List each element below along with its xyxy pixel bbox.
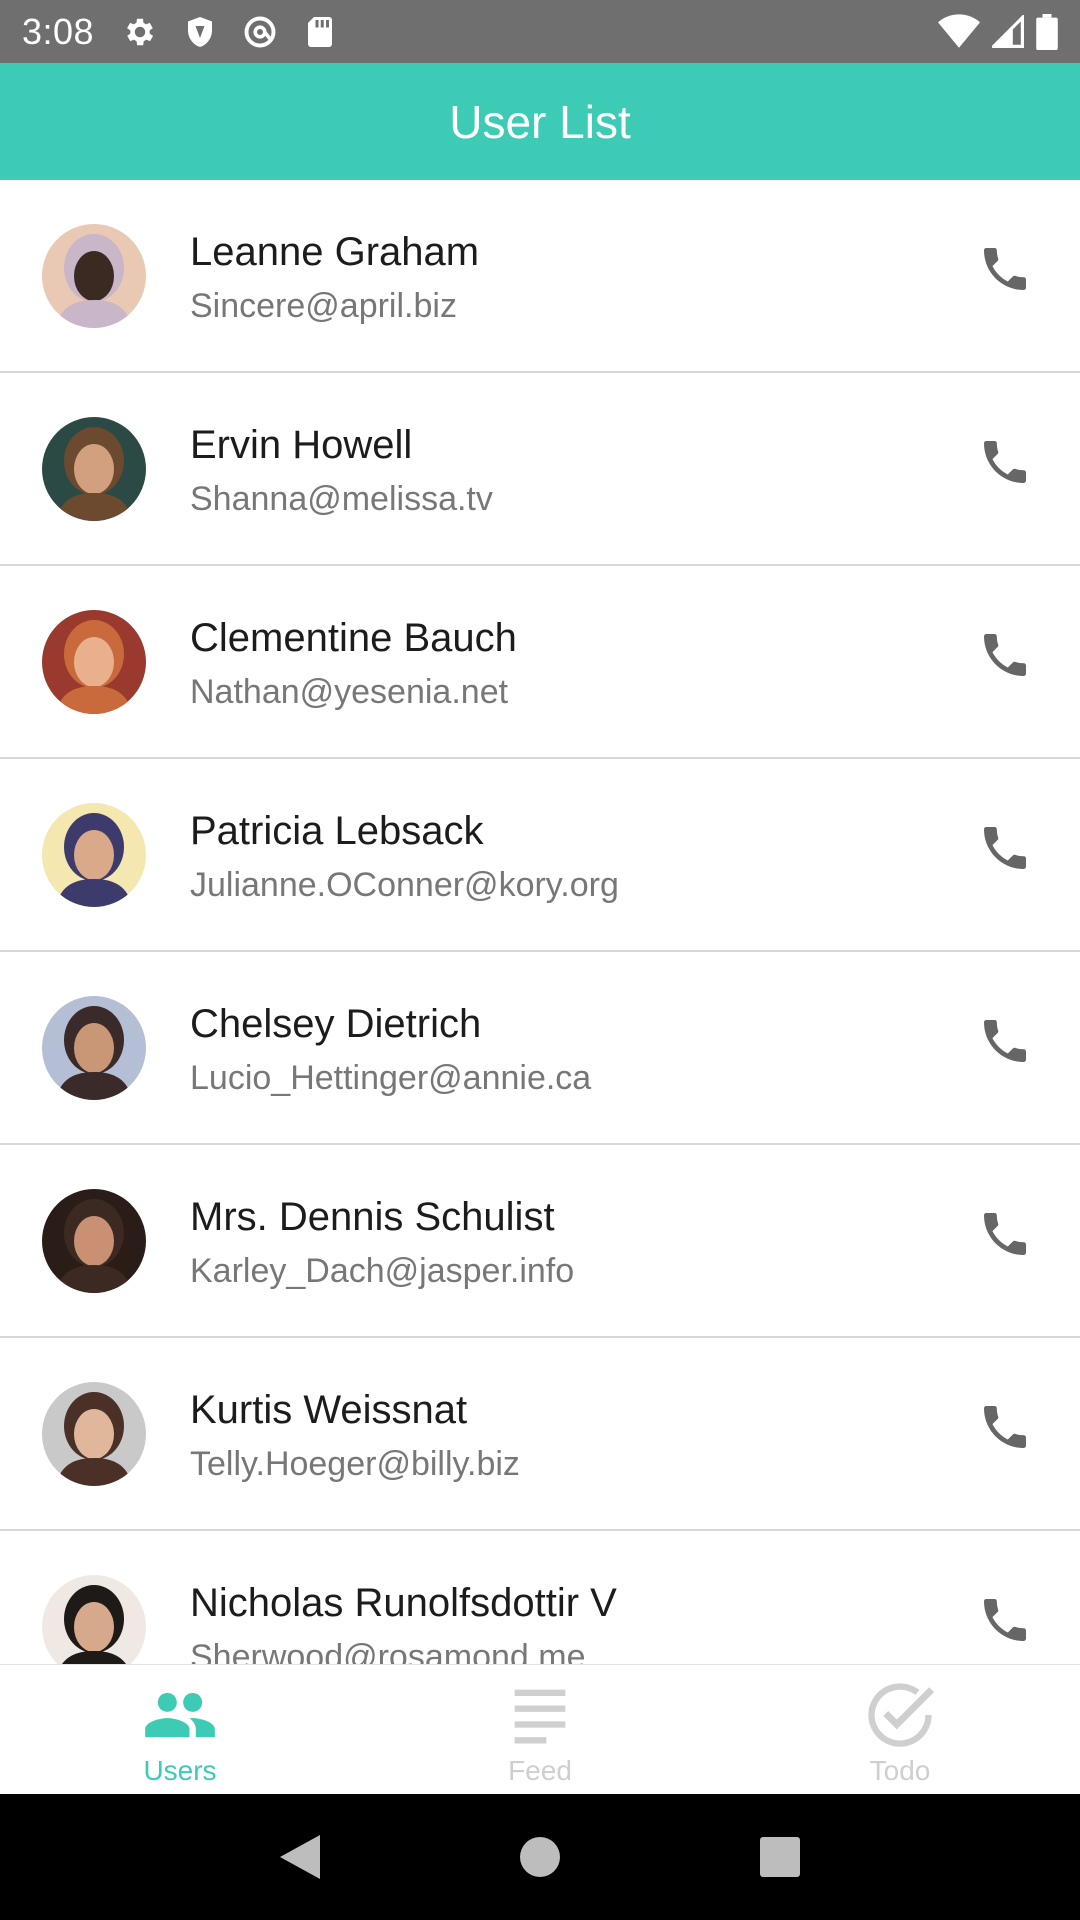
phone-icon <box>984 1020 1026 1062</box>
list-lines-icon <box>502 1677 578 1753</box>
user-name: Mrs. Dennis Schulist <box>190 1195 555 1239</box>
user-avatar <box>42 417 146 521</box>
home-circle-icon <box>520 1837 560 1877</box>
user-avatar <box>42 803 146 907</box>
nav-tab-users[interactable]: Users <box>0 1665 360 1795</box>
user-list-item[interactable]: Nicholas Runolfsdottir V Sherwood@rosamon… <box>0 1531 1080 1664</box>
status-notification-icons <box>122 14 338 50</box>
call-button[interactable] <box>974 1010 1036 1072</box>
call-button[interactable] <box>974 238 1036 300</box>
system-recents-button[interactable] <box>750 1827 810 1887</box>
user-name: Kurtis Weissnat <box>190 1388 468 1432</box>
bottom-navigation: Users Feed Todo <box>0 1664 1080 1794</box>
phone-icon <box>984 1406 1026 1448</box>
user-email: Shanna@melissa.tv <box>190 480 493 518</box>
user-email: Telly.Hoeger@billy.biz <box>190 1445 520 1483</box>
user-name: Chelsey Dietrich <box>190 1002 482 1046</box>
nav-tab-todo-label: Todo <box>869 1755 931 1786</box>
user-email: Nathan@yesenia.net <box>190 673 509 711</box>
user-avatar <box>42 1382 146 1486</box>
user-name: Ervin Howell <box>190 423 413 467</box>
signal-icon <box>992 14 1024 49</box>
user-avatar <box>42 1189 146 1293</box>
user-list-item[interactable]: Patricia Lebsack Julianne.OConner@kory.or… <box>0 759 1080 952</box>
nav-tab-feed[interactable]: Feed <box>360 1665 720 1795</box>
user-email: Sincere@april.biz <box>190 287 457 325</box>
back-triangle-icon <box>280 1835 320 1879</box>
call-button[interactable] <box>974 1203 1036 1265</box>
call-button[interactable] <box>974 1396 1036 1458</box>
call-button[interactable] <box>974 624 1036 686</box>
check-circle-icon <box>862 1677 938 1753</box>
system-home-button[interactable] <box>510 1827 570 1887</box>
user-email: Lucio_Hettinger@annie.ca <box>190 1059 592 1097</box>
call-button[interactable] <box>974 817 1036 879</box>
at-sign-icon <box>242 14 278 50</box>
status-bar: 3:08 <box>0 0 1080 63</box>
user-list-item[interactable]: Kurtis Weissnat Telly.Hoeger@billy.biz <box>0 1338 1080 1531</box>
wifi-icon <box>938 13 980 50</box>
status-time: 3:08 <box>22 10 95 52</box>
battery-icon <box>1036 13 1058 50</box>
phone-icon <box>984 1213 1026 1255</box>
phone-icon <box>984 1599 1026 1641</box>
user-email: Julianne.OConner@kory.org <box>190 866 619 904</box>
user-email: Sherwood@rosamond.me <box>190 1638 586 1664</box>
user-list-item[interactable]: Ervin Howell Shanna@melissa.tv <box>0 373 1080 566</box>
user-name: Leanne Graham <box>190 230 480 274</box>
user-avatar <box>42 996 146 1100</box>
nav-tab-feed-label: Feed <box>508 1755 572 1786</box>
user-avatar <box>42 224 146 328</box>
page-title: User List <box>449 95 631 148</box>
user-list-item[interactable]: Chelsey Dietrich Lucio_Hettinger@annie.ca <box>0 952 1080 1145</box>
phone-icon <box>984 634 1026 676</box>
sd-card-icon <box>302 14 338 50</box>
user-name: Clementine Bauch <box>190 616 517 660</box>
nav-tab-todo[interactable]: Todo <box>720 1665 1080 1795</box>
system-navigation-bar <box>0 1794 1080 1920</box>
phone-icon <box>984 827 1026 869</box>
user-name: Patricia Lebsack <box>190 809 484 853</box>
user-list-item[interactable]: Leanne Graham Sincere@april.biz <box>0 180 1080 373</box>
user-list-item[interactable]: Mrs. Dennis Schulist Karley_Dach@jasper.i… <box>0 1145 1080 1338</box>
user-email: Karley_Dach@jasper.info <box>190 1252 575 1290</box>
phone-icon <box>984 441 1026 483</box>
call-button[interactable] <box>974 1589 1036 1651</box>
shield-icon <box>182 14 218 50</box>
user-list[interactable]: Leanne Graham Sincere@april.biz Ervin Howe… <box>0 180 1080 1664</box>
nav-tab-users-label: Users <box>143 1755 217 1786</box>
system-back-button[interactable] <box>270 1827 330 1887</box>
recents-square-icon <box>760 1837 800 1877</box>
status-system-icons <box>938 13 1058 50</box>
phone-icon <box>984 248 1026 290</box>
user-avatar <box>42 610 146 714</box>
user-avatar <box>42 1575 146 1664</box>
call-button[interactable] <box>974 431 1036 493</box>
user-list-item[interactable]: Clementine Bauch Nathan@yesenia.net <box>0 566 1080 759</box>
gear-icon <box>122 14 158 50</box>
people-icon <box>142 1677 218 1753</box>
app-bar: User List <box>0 63 1080 180</box>
user-name: Nicholas Runolfsdottir V <box>190 1581 617 1625</box>
